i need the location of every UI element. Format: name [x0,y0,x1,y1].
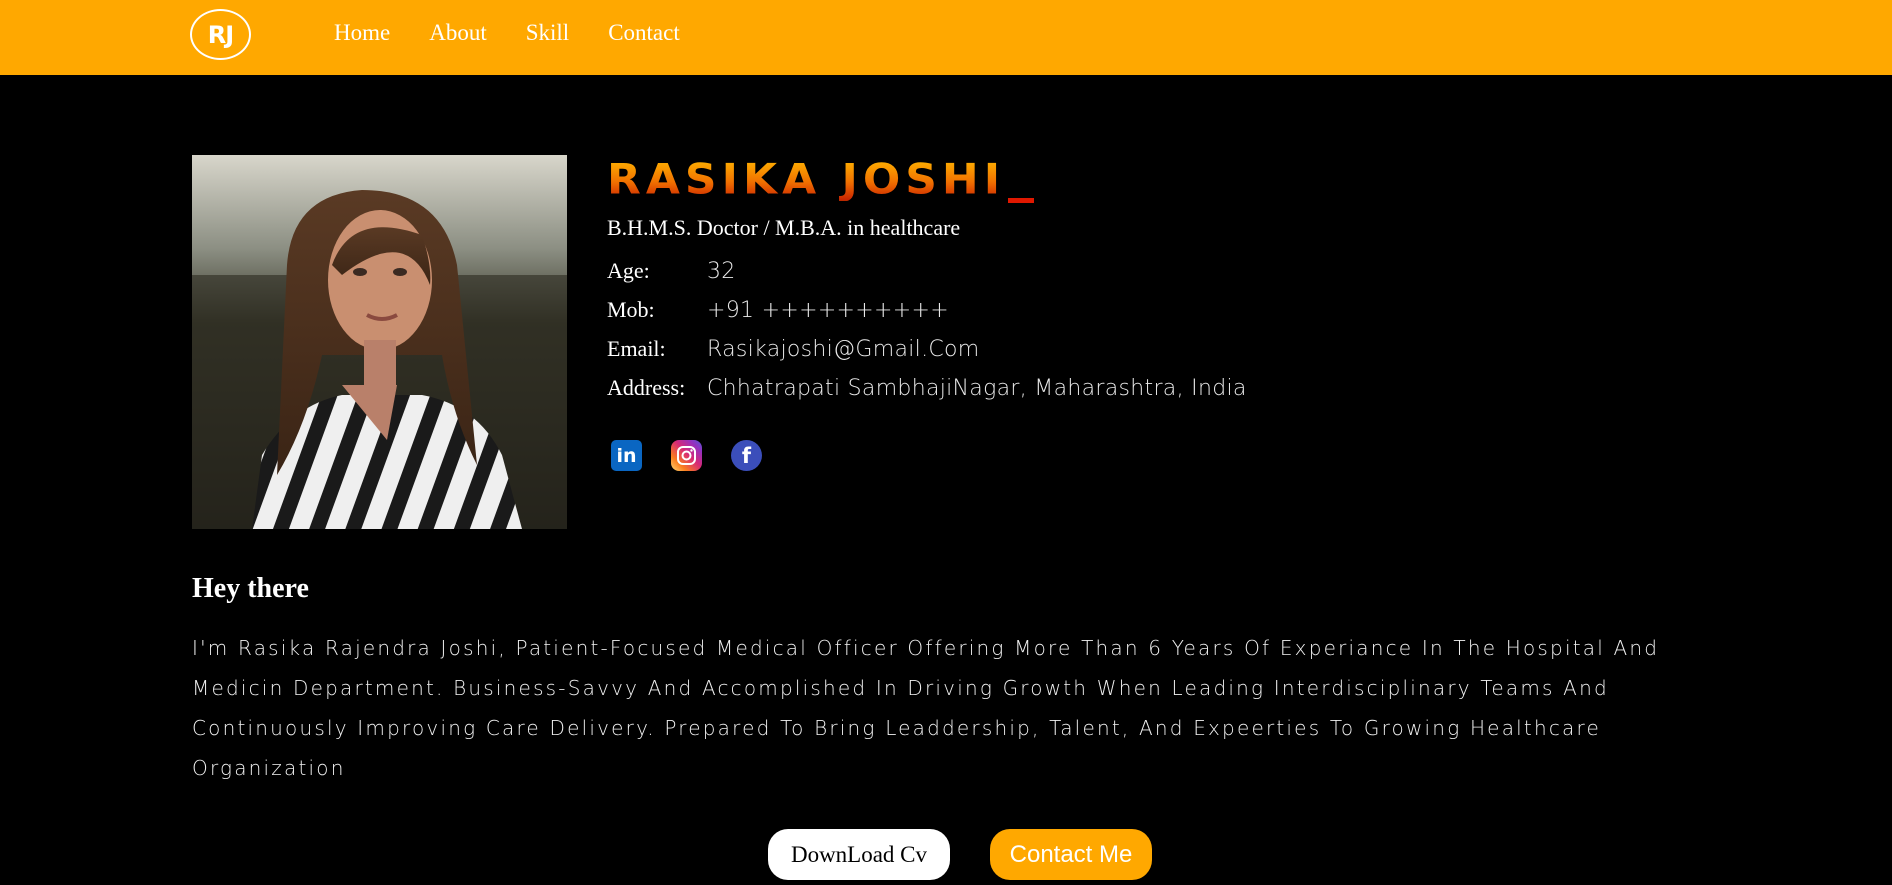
info-label: Age: [607,258,650,283]
download-cv-button[interactable]: DownLoad Cv [768,829,950,880]
linkedin-icon[interactable]: in [611,440,642,471]
info-row-email: Email: Rasikajoshi@Gmail.Com [607,336,980,362]
info-label: Address: [607,375,686,400]
profile-subtitle: B.H.M.S. Doctor / M.B.A. in healthcare [607,215,961,240]
social-links: in f [611,440,791,471]
nav-link-about[interactable]: About [429,20,487,46]
info-value-mobile: +91 ++++++++++ [707,298,949,323]
facebook-icon[interactable]: f [731,440,762,471]
instagram-glyph [677,446,696,465]
nav-link-skill[interactable]: Skill [526,20,569,46]
profile-name: Rasika Joshi [607,155,1006,204]
instagram-icon[interactable] [671,440,702,471]
info-row-age: Age: 32 [607,258,736,284]
info-row-mobile: Mob: +91 ++++++++++ [607,297,949,323]
nav-link-contact[interactable]: Contact [608,20,680,46]
info-value-age: 32 [707,259,736,284]
logo[interactable]: RJ [190,9,251,60]
info-label: Email: [607,336,666,361]
nav-link-home[interactable]: Home [334,20,390,46]
about-text: I'm Rasika Rajendra Joshi, Patient-Focus… [192,636,1660,780]
profile-photo [192,155,567,529]
navbar: RJ Home About Skill Contact [0,0,1892,75]
about-heading: Hey there [192,573,309,604]
info-label: Mob: [607,297,655,322]
profile-photo-illustration [192,155,567,529]
nav-menu: Home About Skill Contact [334,20,719,46]
contact-me-button[interactable]: Contact Me [990,829,1152,880]
info-value-address: Chhatrapati SambhajiNagar, Maharashtra, … [707,376,1247,401]
typing-cursor [1008,198,1034,203]
info-value-email: Rasikajoshi@Gmail.Com [707,337,980,362]
info-row-address: Address: Chhatrapati SambhajiNagar, Maha… [607,375,1247,401]
